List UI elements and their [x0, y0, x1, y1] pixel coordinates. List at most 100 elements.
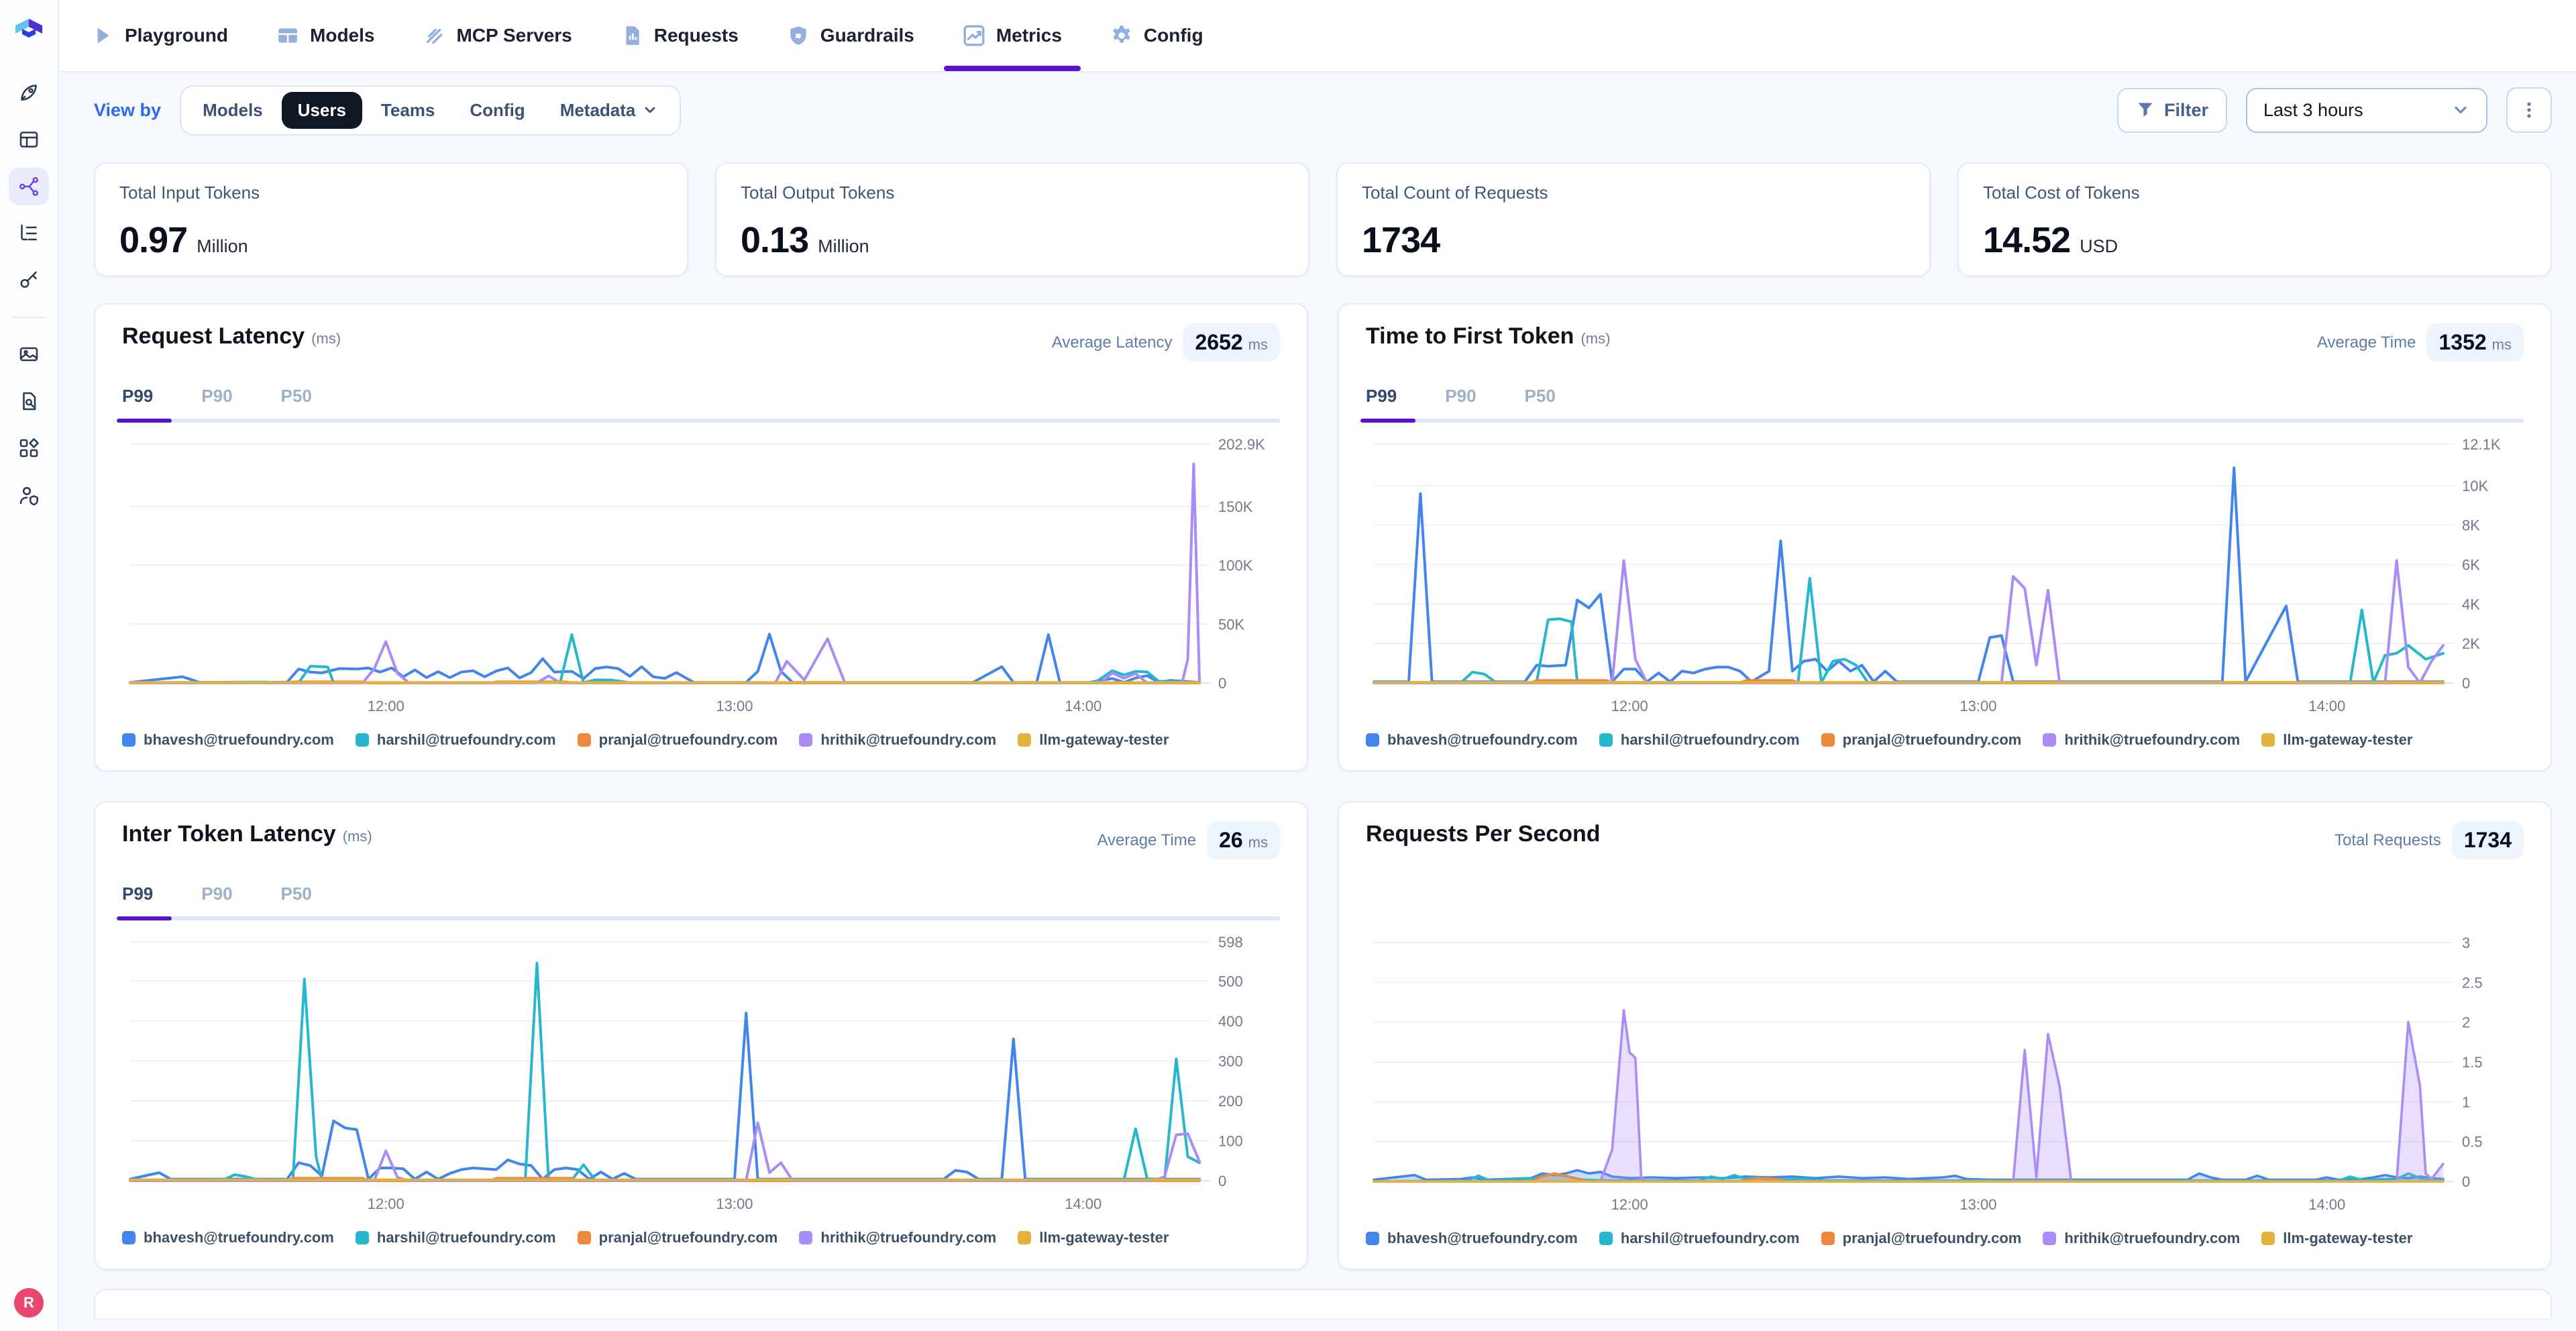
legend-label: pranjal@truefoundry.com — [599, 1229, 778, 1246]
sidebar-item-user-access[interactable] — [9, 476, 49, 514]
truefoundry-logo[interactable] — [13, 12, 45, 44]
user-avatar[interactable]: R — [14, 1288, 44, 1318]
view-option-teams[interactable]: Teams — [365, 92, 451, 129]
legend-label: llm-gateway-tester — [2283, 1230, 2412, 1247]
tab-label: Config — [1144, 25, 1203, 46]
svg-text:12:00: 12:00 — [368, 698, 405, 714]
legend-item[interactable]: pranjal@truefoundry.com — [1821, 1230, 2022, 1247]
chart-title: Time to First Token(ms) — [1366, 323, 1610, 350]
legend-item[interactable]: llm-gateway-tester — [1018, 1229, 1169, 1246]
chart-legend: bhavesh@truefoundry.com harshil@truefound… — [122, 726, 1280, 757]
legend-label: bhavesh@truefoundry.com — [1387, 731, 1578, 749]
legend-item[interactable]: bhavesh@truefoundry.com — [1366, 731, 1578, 749]
time-range-select[interactable]: Last 3 hours — [2246, 88, 2487, 133]
chart-stat-badge: 1734 — [2452, 821, 2524, 859]
tab-metrics[interactable]: Metrics — [963, 0, 1062, 71]
chart-summary-stat: Average Time 26ms — [1097, 821, 1280, 859]
next-row-card-partial — [94, 1289, 2552, 1318]
percentile-tab-p99[interactable]: P99 — [122, 875, 161, 916]
svg-text:0: 0 — [2462, 675, 2470, 692]
chart-title-unit: (ms) — [1580, 330, 1610, 348]
sidebar-item-rocket[interactable] — [9, 74, 49, 111]
legend-item[interactable]: hrithik@truefoundry.com — [799, 1229, 996, 1246]
legend-label: llm-gateway-tester — [1039, 731, 1169, 749]
legend-item[interactable]: llm-gateway-tester — [2261, 1230, 2412, 1247]
legend-swatch — [1821, 1232, 1835, 1245]
svg-text:1.5: 1.5 — [2462, 1054, 2483, 1071]
percentile-tab-p90[interactable]: P90 — [1445, 378, 1484, 419]
tab-guardrails[interactable]: Guardrails — [787, 0, 914, 71]
svg-text:100: 100 — [1218, 1132, 1243, 1149]
legend-item[interactable]: llm-gateway-tester — [2261, 731, 2412, 749]
view-option-users[interactable]: Users — [282, 92, 362, 129]
config-gear-icon — [1110, 24, 1133, 47]
sidebar-item-gateway[interactable] — [9, 168, 49, 205]
legend-item[interactable]: bhavesh@truefoundry.com — [122, 731, 334, 749]
legend-item[interactable]: pranjal@truefoundry.com — [578, 731, 778, 749]
tab-requests[interactable]: Requests — [621, 0, 739, 71]
hierarchy-icon — [17, 221, 41, 246]
view-option-config[interactable]: Config — [453, 92, 541, 129]
sidebar-item-table[interactable] — [9, 121, 49, 158]
legend-item[interactable]: bhavesh@truefoundry.com — [1366, 1230, 1578, 1247]
svg-text:13:00: 13:00 — [1960, 698, 1996, 714]
legend-item[interactable]: pranjal@truefoundry.com — [1821, 731, 2022, 749]
svg-text:300: 300 — [1218, 1053, 1243, 1069]
more-options-button[interactable] — [2506, 87, 2552, 133]
view-option-models[interactable]: Models — [186, 92, 279, 129]
chart-stat-unit: ms — [2492, 336, 2512, 354]
legend-item[interactable]: hrithik@truefoundry.com — [2043, 731, 2240, 749]
sidebar-item-images[interactable] — [9, 335, 49, 373]
chart-title: Inter Token Latency(ms) — [122, 821, 372, 847]
rocket-icon — [17, 81, 41, 105]
legend-item[interactable]: hrithik@truefoundry.com — [2043, 1230, 2240, 1247]
sidebar-item-hierarchy[interactable] — [9, 215, 49, 252]
legend-item[interactable]: harshil@truefoundry.com — [356, 1229, 556, 1246]
legend-item[interactable]: pranjal@truefoundry.com — [578, 1229, 778, 1246]
chart-stat-label: Average Latency — [1052, 333, 1173, 352]
percentile-tab-p50[interactable]: P50 — [281, 875, 320, 916]
legend-item[interactable]: harshil@truefoundry.com — [1599, 1230, 1800, 1247]
legend-item[interactable]: llm-gateway-tester — [1018, 731, 1169, 749]
view-option-metadata[interactable]: Metadata — [544, 92, 675, 129]
charts-grid: Request Latency(ms) Average Latency 2652… — [94, 303, 2552, 1270]
percentile-tab-p90[interactable]: P90 — [201, 875, 240, 916]
user-access-icon — [17, 483, 41, 507]
chart-stat-value: 26 — [1219, 828, 1243, 853]
sidebar-item-key[interactable] — [9, 262, 49, 299]
tabs-spacer — [1366, 875, 2524, 921]
tab-mcp-servers[interactable]: MCP Servers — [423, 0, 572, 71]
svg-text:598: 598 — [1218, 934, 1243, 951]
filter-button[interactable]: Filter — [2117, 88, 2227, 133]
time-to-first-token-card: Time to First Token(ms) Average Time 135… — [1338, 303, 2552, 771]
filter-funnel-icon — [2136, 101, 2155, 119]
svg-text:13:00: 13:00 — [1960, 1196, 1996, 1213]
legend-swatch — [2261, 733, 2275, 747]
legend-swatch — [1018, 1231, 1031, 1244]
chevron-down-icon — [2451, 101, 2470, 119]
percentile-tab-p50[interactable]: P50 — [281, 378, 320, 419]
legend-item[interactable]: harshil@truefoundry.com — [356, 731, 556, 749]
sidebar-item-apps[interactable] — [9, 429, 49, 467]
percentile-tab-p90[interactable]: P90 — [201, 378, 240, 419]
legend-item[interactable]: harshil@truefoundry.com — [1599, 731, 1800, 749]
stat-card-output-tokens: Total Output Tokens 0.13Million — [715, 162, 1309, 276]
percentile-tab-p50[interactable]: P50 — [1525, 378, 1564, 419]
sidebar-item-document-search[interactable] — [9, 382, 49, 420]
tab-models[interactable]: Models — [276, 0, 374, 71]
tab-label: MCP Servers — [456, 25, 572, 46]
tab-config[interactable]: Config — [1110, 0, 1203, 71]
tab-playground[interactable]: Playground — [91, 0, 228, 71]
chart-legend: bhavesh@truefoundry.com harshil@truefound… — [1366, 1224, 2524, 1255]
legend-swatch — [2043, 1232, 2056, 1245]
tab-label: Metrics — [996, 25, 1062, 46]
svg-text:10K: 10K — [2462, 478, 2488, 494]
legend-label: hrithik@truefoundry.com — [2064, 731, 2240, 749]
percentile-tab-p99[interactable]: P99 — [1366, 378, 1405, 419]
percentile-tab-p99[interactable]: P99 — [122, 378, 161, 419]
legend-item[interactable]: hrithik@truefoundry.com — [799, 731, 996, 749]
legend-swatch — [122, 733, 136, 747]
inter-token-latency-chart: 598500400300200100012:0013:0014:00 — [122, 926, 1280, 1218]
legend-item[interactable]: bhavesh@truefoundry.com — [122, 1229, 334, 1246]
chart-canvas: 12.1K10K8K6K4K2K012:0013:0014:00 — [1366, 428, 2524, 721]
